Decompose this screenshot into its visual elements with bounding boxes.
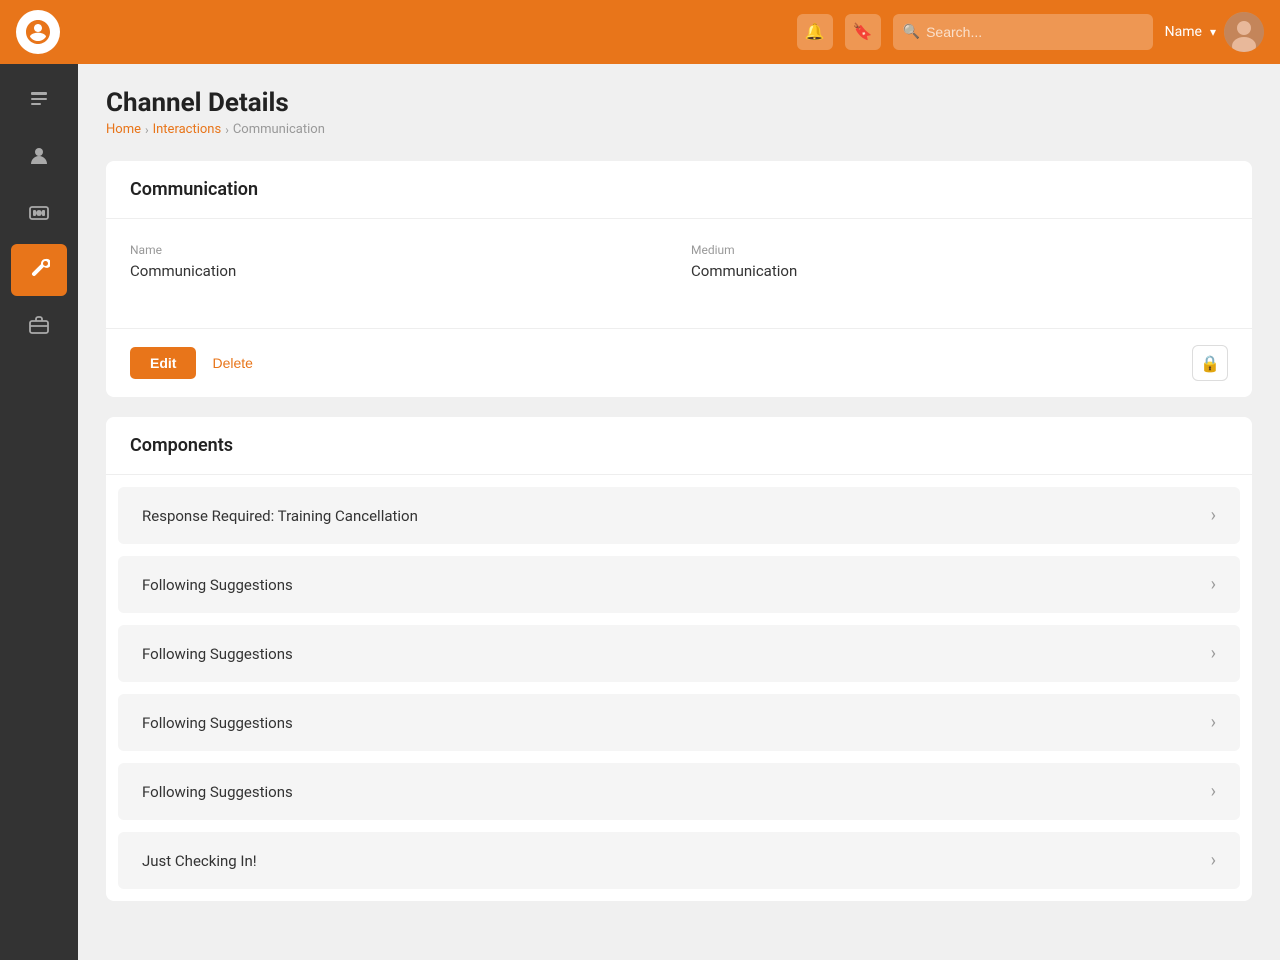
component-item[interactable]: Following Suggestions › [118,625,1240,682]
search-bar[interactable]: 🔍 [893,14,1153,50]
notifications-button[interactable]: 🔔 [797,14,833,50]
bookmarks-button[interactable]: 🔖 [845,14,881,50]
component-label: Following Suggestions [142,714,293,732]
chevron-right-icon: › [1211,643,1216,664]
breadcrumb-interactions[interactable]: Interactions [153,122,222,137]
breadcrumb: Home › Interactions › Communication [106,122,1252,137]
component-item[interactable]: Following Suggestions › [118,694,1240,751]
nav-icons: 🔔 🔖 🔍 Name ▾ [797,12,1264,52]
channel-card: Communication Name Communication Medium … [106,161,1252,397]
chevron-down-icon: ▾ [1210,25,1216,39]
components-card: Components Response Required: Training C… [106,417,1252,901]
top-navigation: 🔔 🔖 🔍 Name ▾ [0,0,1280,64]
sidebar [0,64,78,960]
medium-value: Communication [691,262,797,280]
notes-icon [28,89,50,116]
wrench-icon [28,257,50,284]
components-list: Response Required: Training Cancellation… [106,487,1252,889]
avatar [1224,12,1264,52]
component-label: Following Suggestions [142,645,293,663]
bell-icon: 🔔 [805,22,825,42]
component-label: Response Required: Training Cancellation [142,507,418,525]
breadcrumb-home[interactable]: Home [106,122,141,137]
component-item[interactable]: Following Suggestions › [118,556,1240,613]
name-field: Name Communication [130,243,667,280]
person-icon [28,145,50,172]
search-icon: 🔍 [903,24,920,40]
user-section[interactable]: Name ▾ [1165,12,1264,52]
sidebar-item-notes[interactable] [11,76,67,128]
sidebar-item-money[interactable] [11,188,67,240]
chevron-right-icon: › [1211,850,1216,871]
page-title: Channel Details [106,88,1252,118]
app-logo[interactable] [16,10,60,54]
chevron-right-icon: › [1211,781,1216,802]
breadcrumb-current: Communication [233,122,325,137]
money-icon [28,201,50,228]
component-item[interactable]: Response Required: Training Cancellation… [118,487,1240,544]
bookmark-icon: 🔖 [853,22,873,42]
detail-grid: Name Communication Medium Communication [130,243,1228,280]
card-title: Communication [130,179,1228,200]
sidebar-item-briefcase[interactable] [11,300,67,352]
user-name: Name [1165,24,1202,40]
chevron-right-icon: › [1211,574,1216,595]
components-header: Components [106,417,1252,475]
name-label: Name [130,243,667,257]
component-label: Following Suggestions [142,783,293,801]
breadcrumb-sep-2: › [225,123,229,137]
edit-button[interactable]: Edit [130,347,196,379]
component-label: Following Suggestions [142,576,293,594]
breadcrumb-sep-1: › [145,123,149,137]
sidebar-item-wrench[interactable] [11,244,67,296]
chevron-right-icon: › [1211,505,1216,526]
card-header: Communication [106,161,1252,219]
delete-button[interactable]: Delete [208,347,256,379]
card-actions: Edit Delete 🔒 [106,328,1252,397]
briefcase-icon [28,313,50,340]
main-layout: Channel Details Home › Interactions › Co… [0,64,1280,960]
lock-button[interactable]: 🔒 [1192,345,1228,381]
main-content: Channel Details Home › Interactions › Co… [78,64,1280,960]
medium-label: Medium [691,243,1228,257]
medium-field: Medium Communication [691,243,1228,280]
sidebar-item-person[interactable] [11,132,67,184]
component-label: Just Checking In! [142,852,257,870]
card-body: Name Communication Medium Communication [106,219,1252,328]
component-item[interactable]: Just Checking In! › [118,832,1240,889]
components-title: Components [130,435,1228,456]
avatar-image [1224,12,1264,52]
lock-icon: 🔒 [1200,354,1220,373]
component-item[interactable]: Following Suggestions › [118,763,1240,820]
search-input[interactable] [926,24,1143,40]
chevron-right-icon: › [1211,712,1216,733]
name-value: Communication [130,262,236,280]
